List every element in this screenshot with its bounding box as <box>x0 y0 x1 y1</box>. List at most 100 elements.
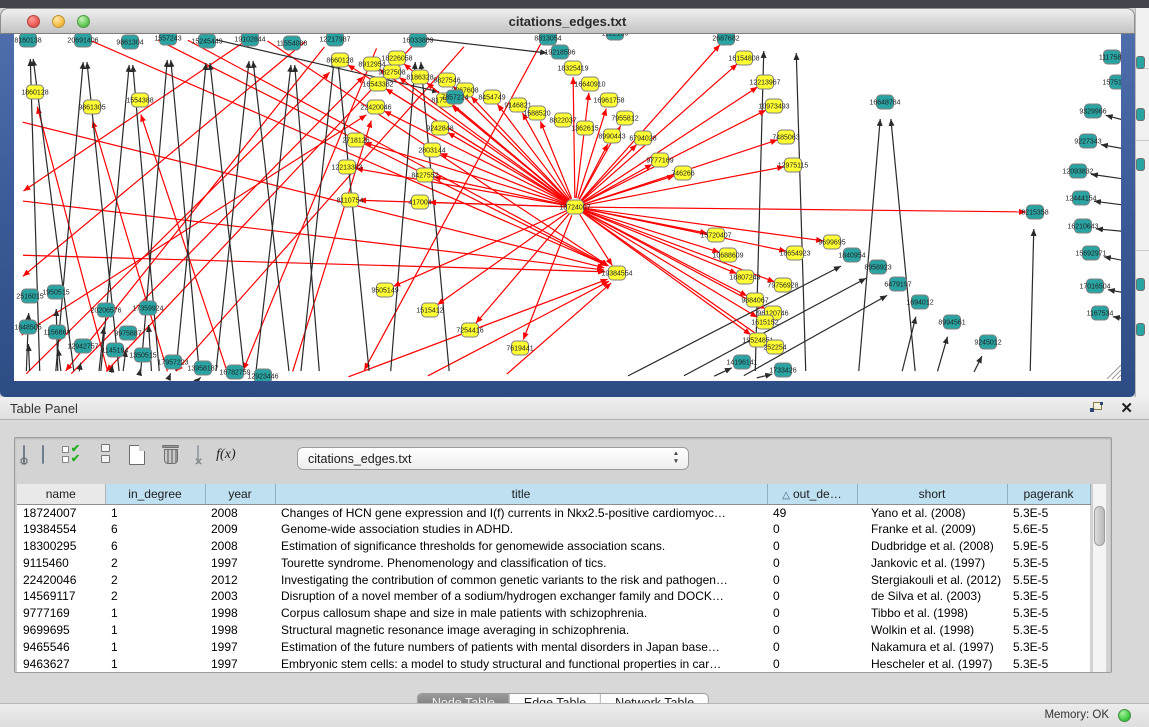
graph-node[interactable]: 1145194 <box>102 343 129 357</box>
table-row[interactable]: 2242004622012Investigating the contribut… <box>17 571 1090 588</box>
delete-table-icon[interactable]: ✕ <box>197 446 199 464</box>
column-header-title[interactable]: title <box>275 484 767 504</box>
graph-node[interactable]: 17016504 <box>1079 279 1110 293</box>
table-row[interactable]: 1938455462009Genome-wide association stu… <box>17 521 1090 538</box>
select-all-icon[interactable]: ✔✔ <box>62 444 84 466</box>
graph-node[interactable]: 2516015 <box>16 289 43 303</box>
table-scrollbar[interactable] <box>1092 484 1106 672</box>
graph-node[interactable]: 17359924 <box>132 301 163 315</box>
graph-node[interactable]: 16154808 <box>728 51 759 65</box>
graph-node[interactable]: 2687682 <box>712 34 739 45</box>
graph-node[interactable]: 9242848 <box>426 121 453 135</box>
graph-node[interactable]: 8990443 <box>598 129 625 143</box>
close-panel-icon[interactable]: ✕ <box>1120 399 1133 417</box>
graph-node[interactable]: 8110754 <box>337 193 364 207</box>
graph-node[interactable]: 9227343 <box>1074 134 1101 148</box>
row-height-icon[interactable] <box>101 444 111 466</box>
graph-node[interactable]: 18325419 <box>557 61 588 75</box>
float-panel-icon[interactable] <box>1090 402 1103 414</box>
graph-node[interactable]: 9329966 <box>1079 104 1106 118</box>
graph-node[interactable]: 8215358 <box>1021 205 1048 219</box>
graph-node[interactable]: 11554088 <box>277 36 308 50</box>
graph-node[interactable]: 16033809 <box>402 34 433 47</box>
table-row[interactable]: 946362711997Embryonic stem cells: a mode… <box>17 655 1090 672</box>
resize-grip[interactable] <box>1112 370 1121 379</box>
scrollbar-thumb[interactable] <box>1094 506 1105 546</box>
network-canvas[interactable]: 1872400786601288912954182260589827508165… <box>14 34 1121 381</box>
graph-node[interactable]: 19218596 <box>544 45 575 59</box>
function-builder-icon[interactable]: f(x) <box>216 447 235 463</box>
graph-node[interactable]: 8454749 <box>478 90 505 104</box>
table-selector-dropdown[interactable]: citations_edges.txt ▲ ▼ <box>297 447 689 470</box>
graph-node[interactable]: 18654923 <box>779 246 810 260</box>
graph-node[interactable]: 15692971 <box>1075 246 1106 260</box>
graph-node[interactable]: 16640910 <box>574 77 605 91</box>
graph-node[interactable]: 12923446 <box>247 369 278 381</box>
column-header-out_de[interactable]: △out_de… <box>767 484 857 504</box>
graph-node[interactable]: 1694012 <box>906 295 933 309</box>
graph-node[interactable]: 12975115 <box>778 158 809 172</box>
graph-node[interactable]: 2803144 <box>418 143 445 157</box>
window-titlebar[interactable]: citations_edges.txt <box>0 8 1135 34</box>
column-header-in_degree[interactable]: in_degree <box>105 484 205 504</box>
graph-node[interactable]: 1733426 <box>769 363 796 377</box>
graph-node[interactable]: 16961758 <box>593 93 624 107</box>
graph-node[interactable]: 15245449 <box>191 34 222 48</box>
table-row[interactable]: 946554611997Estimation of the future num… <box>17 638 1090 655</box>
graph-node[interactable]: 7955812 <box>611 111 638 125</box>
graph-node[interactable]: 8813054 <box>534 34 561 45</box>
graph-node[interactable]: 1860128 <box>21 85 48 99</box>
graph-node[interactable]: 8160138 <box>14 34 41 47</box>
graph-node[interactable]: 12217987 <box>319 34 350 46</box>
graph-node[interactable]: 19102844 <box>234 34 265 46</box>
graph-node[interactable]: 15751074 <box>1102 75 1121 89</box>
resize-grip[interactable] <box>1117 375 1121 379</box>
graph-node[interactable]: 1950515 <box>42 285 69 299</box>
graph-node[interactable]: 18226058 <box>381 51 412 65</box>
graph-node[interactable]: 252254 <box>763 340 786 354</box>
graph-node[interactable]: 1117584 <box>1099 50 1121 64</box>
table-row[interactable]: 911546021997Tourette syndrome. Phenomeno… <box>17 554 1090 571</box>
graph-node[interactable]: 1350515 <box>129 348 156 362</box>
graph-node[interactable]: 13958187 <box>187 361 218 375</box>
graph-node[interactable]: 12444154 <box>1065 191 1096 205</box>
table-row[interactable]: 1872400712008Changes of HCN gene express… <box>17 504 1090 521</box>
graph-node[interactable]: 1122139 <box>602 34 629 40</box>
graph-node[interactable]: 16210643 <box>1067 219 1098 233</box>
show-columns-icon[interactable] <box>42 446 44 464</box>
graph-node[interactable]: 17957223 <box>157 355 188 369</box>
column-header-short[interactable]: short <box>857 484 1007 504</box>
graph-node[interactable]: 1848505 <box>14 320 41 334</box>
column-header-name[interactable]: name <box>17 484 105 504</box>
graph-node[interactable]: 15720407 <box>700 228 731 242</box>
graph-node[interactable]: 746266 <box>671 166 694 180</box>
graph-node[interactable]: 12213967 <box>749 75 780 89</box>
graph-node[interactable]: 8994561 <box>938 315 965 329</box>
graph-node[interactable]: 9861304 <box>116 35 143 49</box>
graph-node[interactable]: 1167534 <box>1087 306 1114 320</box>
table-row[interactable]: 969969511998Structural magnetic resonanc… <box>17 622 1090 639</box>
graph-node[interactable]: 1554388 <box>126 93 153 107</box>
table-row[interactable]: 977716911998Corpus callosum shape and si… <box>17 605 1090 622</box>
graph-node[interactable]: 12093832 <box>1062 164 1093 178</box>
citation-network-graph[interactable]: 1872400786601288912954182260589827508165… <box>14 34 1121 381</box>
graph-node[interactable]: 14196141 <box>726 355 757 369</box>
graph-node[interactable]: 9861305 <box>78 100 105 114</box>
graph-node[interactable]: 9699695 <box>818 235 845 249</box>
graph-node[interactable]: 16648784 <box>869 95 900 109</box>
column-header-pagerank[interactable]: pagerank <box>1007 484 1090 504</box>
graph-node[interactable]: 9245012 <box>974 335 1001 349</box>
graph-node[interactable]: 16782759 <box>219 365 250 379</box>
new-table-icon[interactable] <box>129 445 145 465</box>
graph-node[interactable]: 7485063 <box>772 130 799 144</box>
graph-node[interactable]: 8186328 <box>406 70 433 84</box>
graph-node[interactable]: 1840954 <box>838 248 865 262</box>
table-row[interactable]: 1830029562008Estimation of significance … <box>17 538 1090 555</box>
graph-node[interactable]: 1515412 <box>416 303 443 317</box>
graph-node[interactable]: 1557243 <box>154 34 181 45</box>
graph-node[interactable]: 7619441 <box>506 341 533 355</box>
graph-node[interactable]: 417004 <box>408 195 431 209</box>
graph-node[interactable]: 19384554 <box>601 266 632 280</box>
delete-rows-icon[interactable] <box>162 445 179 466</box>
graph-node[interactable]: 1156869 <box>44 325 71 339</box>
